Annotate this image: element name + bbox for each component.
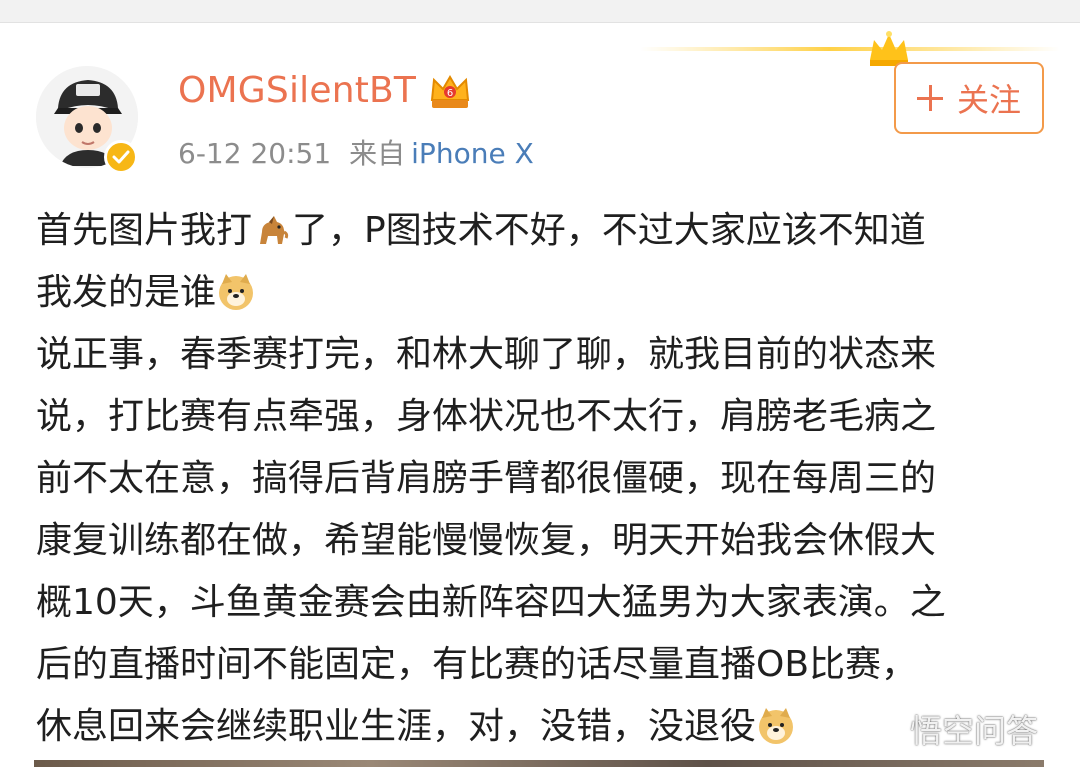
post-line: 后的直播时间不能固定，有比赛的话尽量直播OB比赛， <box>36 644 918 685</box>
device-link[interactable]: iPhone X <box>411 137 534 170</box>
wukong-logo-icon <box>861 711 903 747</box>
source-label: 来自 <box>349 137 406 170</box>
vip-crown-icon[interactable]: 6 <box>428 72 472 112</box>
doge-emoji-icon <box>759 708 794 744</box>
horse-emoji-icon <box>260 216 289 244</box>
post-line: 康复训练都在做，希望能慢慢恢复，明天开始我会休假大 <box>36 520 937 561</box>
attached-image-preview[interactable] <box>34 760 1044 767</box>
svg-text:6: 6 <box>447 88 453 99</box>
doge-emoji-icon <box>219 274 254 310</box>
post-line: 前不太在意，搞得后背肩膀手臂都很僵硬，现在每周三的 <box>36 458 937 499</box>
post-line: 首先图片我打 了，P图技术不好，不过大家应该不知道 <box>36 200 1046 262</box>
post-line: 我发的是谁 <box>36 262 1046 324</box>
top-strip <box>0 0 1080 23</box>
post-line: 说，打比赛有点牵强，身体状况也不太行，肩膀老毛病之 <box>36 396 937 437</box>
post-date: 6-12 20:51 <box>178 137 332 170</box>
gold-streak-decoration <box>640 47 1060 51</box>
post-body: 首先图片我打 了，P图技术不好，不过大家应该不知道 我发的是谁 说正事，春季赛打… <box>36 200 1046 758</box>
follow-button[interactable]: 关注 <box>894 62 1044 134</box>
watermark-text: 悟空问答 <box>910 712 1039 750</box>
post-text: 了，P图技术不好，不过大家应该不知道 <box>292 210 926 251</box>
post-meta: 6-12 20:51 来自 iPhone X <box>178 132 534 172</box>
post-text: 我发的是谁 <box>36 272 217 313</box>
watermark: 悟空问答 <box>860 706 1038 752</box>
plus-icon <box>916 85 943 111</box>
post-text: 休息回来会继续职业生涯，对，没错，没退役 <box>36 706 757 747</box>
post-text: 首先图片我打 <box>36 210 253 251</box>
follow-label: 关注 <box>956 81 1021 119</box>
username[interactable]: OMGSilentBT <box>178 70 416 111</box>
post-line: 说正事，春季赛打完，和林大聊了聊，就我目前的状态来 <box>36 334 937 375</box>
post-line: 概10天，斗鱼黄金赛会由新阵容四大猛男为大家表演。之 <box>36 582 946 623</box>
verified-badge-icon <box>104 140 138 174</box>
